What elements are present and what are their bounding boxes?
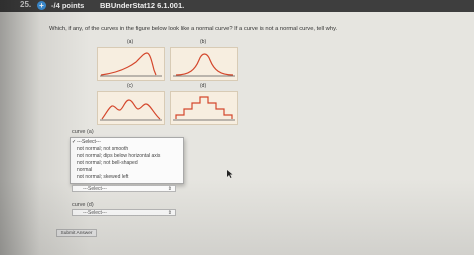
curve-c-select[interactable]: ---Select--- ⇕ (72, 185, 176, 192)
select-arrow-icon: ⇕ (167, 186, 172, 192)
dropdown-option[interactable]: not normal; not smooth (77, 146, 128, 152)
question-number: 25. (20, 0, 32, 9)
photo-vignette (0, 0, 474, 255)
curve-b-graph (173, 53, 235, 77)
figure-panel-c: (c) (97, 83, 165, 125)
select-arrow-icon: ⇕ (167, 210, 172, 216)
dropdown-option[interactable]: ---Select--- (77, 139, 101, 145)
curve-c-graph (100, 99, 162, 121)
curve-d-select[interactable]: ---Select--- ⇕ (72, 209, 176, 216)
curve-d-label: curve (d) (72, 202, 94, 208)
expand-plus-icon[interactable]: + (37, 1, 46, 10)
points-label: -/4 points (51, 1, 85, 10)
selected-check-icon: ✓ (72, 139, 77, 145)
figure-panel-d: (d) (170, 83, 238, 125)
curve-c-select-value: ---Select--- (83, 186, 107, 192)
figure-panel-b: (b) (170, 39, 238, 81)
dropdown-option[interactable]: not normal; skewed left (77, 174, 128, 180)
panel-label-b: (b) (200, 39, 207, 45)
curve-d-graph (173, 96, 235, 121)
curve-a-graph (100, 52, 162, 77)
panel-label-c: (c) (127, 83, 133, 89)
mouse-cursor-icon (227, 170, 233, 178)
panel-label-a: (a) (127, 39, 134, 45)
curve-d-select-value: ---Select--- (83, 210, 107, 216)
dropdown-option[interactable]: not normal; not bell-shaped (77, 160, 138, 166)
dropdown-option[interactable]: normal (77, 167, 92, 173)
question-code: BBUnderStat12 6.1.001. (100, 1, 185, 10)
question-text: Which, if any, of the curves in the figu… (49, 26, 338, 32)
curve-a-dropdown-list[interactable]: ✓ ---Select--- not normal; not smooth no… (70, 137, 184, 184)
submit-answer-button[interactable]: Submit Answer (56, 229, 97, 237)
curve-a-label: curve (a) (72, 129, 94, 135)
figure-panel-a: (a) (97, 39, 165, 81)
dropdown-option[interactable]: not normal; dips below horizontal axis (77, 153, 160, 159)
panel-label-d: (d) (200, 83, 207, 89)
